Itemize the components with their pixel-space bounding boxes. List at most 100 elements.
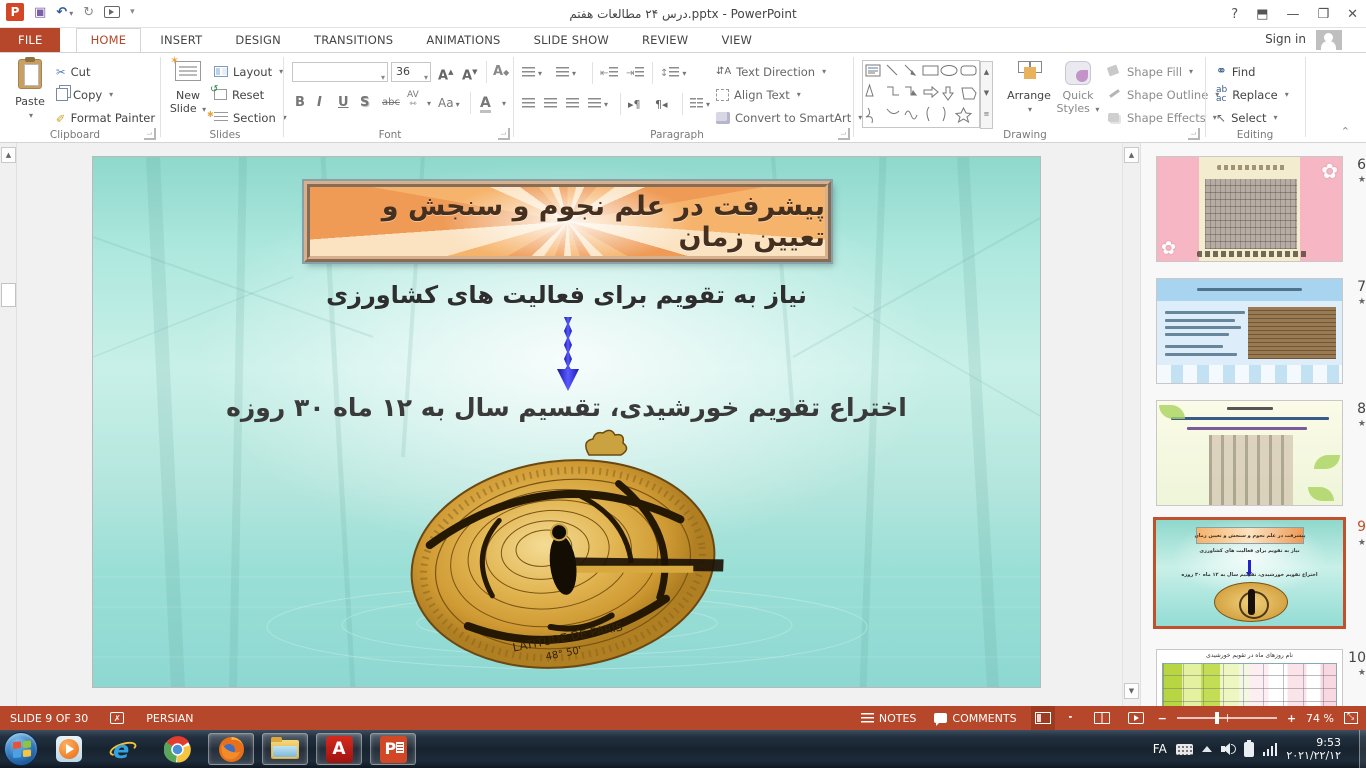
sign-in-link[interactable]: Sign in — [1265, 32, 1306, 46]
bold-button[interactable]: B — [295, 93, 305, 113]
keyboard-icon[interactable] — [1176, 744, 1193, 755]
font-name-combo[interactable]: ▾ — [292, 62, 388, 82]
format-painter-button[interactable]: ✏Format Painter — [56, 107, 155, 128]
taskbar-wmp-button[interactable] — [46, 733, 92, 765]
tab-animations[interactable]: ANIMATIONS — [412, 28, 514, 52]
zoom-slider-thumb[interactable] — [1215, 712, 1219, 724]
slide-body-line2[interactable]: اختراع تقویم خورشیدی، تقسیم سال به ۱۲ ما… — [93, 393, 1040, 422]
cut-button[interactable]: ✂Cut — [56, 61, 90, 82]
font-color-button[interactable]: A — [480, 93, 491, 113]
show-hidden-icons[interactable] — [1202, 746, 1212, 752]
font-dialog-launcher-icon[interactable] — [498, 128, 510, 140]
tab-review[interactable]: REVIEW — [628, 28, 702, 52]
decrease-indent-button[interactable]: ⇤ — [600, 63, 618, 83]
shape-outline-button[interactable]: Shape Outline▾ — [1108, 84, 1219, 105]
slide-counter[interactable]: SLIDE 9 OF 30 — [10, 712, 88, 725]
battery-icon[interactable] — [1244, 742, 1254, 757]
clipboard-dialog-launcher-icon[interactable] — [144, 128, 156, 140]
clear-formatting-button[interactable]: A◆ — [493, 62, 509, 82]
zoom-out-icon[interactable]: − — [1158, 712, 1167, 725]
restore-icon[interactable]: ❐ — [1317, 7, 1329, 22]
language-indicator[interactable]: PERSIAN — [146, 712, 193, 725]
line-spacing-button[interactable]: ↕▾ — [660, 63, 686, 83]
thumbnail-slide-6[interactable]: ✿ ✿ — [1156, 156, 1343, 262]
drawing-dialog-launcher-icon[interactable] — [1188, 128, 1200, 140]
tab-home[interactable]: HOME — [76, 28, 142, 52]
justify-button[interactable]: ▾ — [588, 94, 608, 114]
close-icon[interactable]: ✕ — [1347, 7, 1358, 22]
shapes-gallery-scrollbar[interactable]: ▲▼≡ — [980, 61, 993, 129]
rtl-direction-button[interactable]: ¶◂ — [655, 94, 668, 114]
thumbnail-slide-7[interactable] — [1156, 278, 1343, 384]
character-spacing-button[interactable]: AV⇿ — [407, 91, 419, 111]
reset-button[interactable]: Reset — [214, 84, 264, 105]
shape-effects-button[interactable]: Shape Effects▾ — [1108, 107, 1217, 128]
change-case-button[interactable]: Aa▾ — [438, 93, 460, 113]
tab-file[interactable]: FILE — [0, 28, 60, 52]
find-button[interactable]: Find — [1216, 61, 1255, 82]
show-desktop-button[interactable] — [1359, 730, 1366, 768]
align-center-button[interactable] — [544, 94, 557, 114]
shapes-gallery[interactable]: ▲▼≡ — [862, 60, 980, 128]
collapse-ribbon-icon[interactable]: ⌃ — [1341, 125, 1350, 138]
volume-icon[interactable] — [1221, 743, 1235, 755]
zoom-slider[interactable] — [1177, 717, 1277, 719]
tab-slide-show[interactable]: SLIDE SHOW — [520, 28, 623, 52]
paragraph-dialog-launcher-icon[interactable] — [838, 128, 850, 140]
increase-indent-button[interactable]: ⇥ — [626, 63, 644, 83]
tab-design[interactable]: DESIGN — [221, 28, 295, 52]
align-text-button[interactable]: Align Text▾ — [716, 84, 801, 105]
slide-canvas[interactable]: پیشرفت در علم نجوم و سنجش و تعیین زمان ن… — [92, 156, 1041, 688]
fit-slide-to-window-icon[interactable] — [1344, 712, 1358, 724]
strikethrough-button[interactable]: abc — [382, 93, 400, 113]
copy-button[interactable]: Copy▾ — [56, 84, 113, 105]
zoom-level[interactable]: 74 % — [1306, 712, 1334, 725]
select-button[interactable]: Select▾ — [1216, 107, 1278, 128]
thumbnail-slide-9-current[interactable]: پیشرفت در علم نجوم و سنجش و تعیین زمان ن… — [1153, 517, 1346, 629]
language-switcher[interactable]: FA — [1153, 742, 1167, 756]
paste-button[interactable]: Paste▾ — [10, 59, 50, 135]
layout-button[interactable]: Layout▾ — [214, 61, 283, 82]
character-spacing-dropdown-icon[interactable]: ▾ — [425, 93, 431, 113]
network-signal-icon[interactable] — [1263, 742, 1278, 756]
arrange-button[interactable]: Arrange▾ — [1005, 61, 1053, 116]
view-normal-button[interactable] — [1031, 706, 1055, 730]
avatar[interactable] — [1316, 30, 1342, 50]
numbering-button[interactable]: ▾ — [556, 63, 576, 83]
underline-button[interactable]: U — [338, 93, 349, 113]
clock[interactable]: 9:53 ۲۰۲۱/۲۲/۱۲ — [1286, 736, 1341, 762]
taskbar-firefox-button[interactable] — [208, 733, 254, 765]
text-shadow-button[interactable]: S — [360, 93, 369, 113]
taskbar-explorer-button[interactable] — [262, 733, 308, 765]
shape-fill-button[interactable]: Shape Fill▾ — [1108, 61, 1193, 82]
tab-insert[interactable]: INSERT — [146, 28, 216, 52]
comments-button[interactable]: COMMENTS — [930, 706, 1020, 730]
view-reading-button[interactable] — [1090, 706, 1114, 730]
slide-body-line1[interactable]: نیاز به تقویم برای فعالیت های کشاورزی — [93, 281, 1040, 309]
editor-scroll-up-icon[interactable]: ▲ — [1124, 147, 1139, 163]
replace-button[interactable]: abacReplace▾ — [1216, 84, 1289, 105]
font-size-combo[interactable]: 36▾ — [391, 62, 431, 82]
align-left-button[interactable] — [522, 94, 535, 114]
align-right-button[interactable] — [566, 94, 579, 114]
spell-check-icon[interactable]: ✗ — [110, 712, 124, 724]
taskbar-chrome-button[interactable] — [154, 733, 200, 765]
taskbar-acrobat-button[interactable]: A — [316, 733, 362, 765]
quick-styles-button[interactable]: QuickStyles ▾ — [1055, 61, 1101, 116]
thumbnail-slide-8[interactable] — [1156, 400, 1343, 506]
tab-view[interactable]: VIEW — [707, 28, 766, 52]
grow-font-button[interactable]: A▲ — [438, 62, 453, 82]
convert-to-smartart-button[interactable]: Convert to SmartArt▾ — [716, 107, 862, 128]
view-slide-sorter-button[interactable] — [1065, 706, 1080, 730]
ribbon-display-options-icon[interactable]: ⬒ — [1256, 7, 1268, 22]
shrink-font-button[interactable]: A▼ — [462, 62, 477, 82]
bullets-button[interactable]: ▾ — [522, 63, 542, 83]
scroll-up-icon[interactable]: ▲ — [1, 147, 16, 163]
italic-button[interactable]: I — [317, 93, 322, 113]
taskbar-ie-button[interactable]: e — [100, 733, 146, 765]
editor-scroll-down-icon[interactable]: ▼ — [1124, 683, 1139, 699]
view-slideshow-button[interactable] — [1124, 706, 1148, 730]
notes-button[interactable]: NOTES — [857, 706, 921, 730]
scrollbar-thumb[interactable] — [1, 283, 16, 307]
minimize-icon[interactable]: — — [1286, 7, 1299, 22]
